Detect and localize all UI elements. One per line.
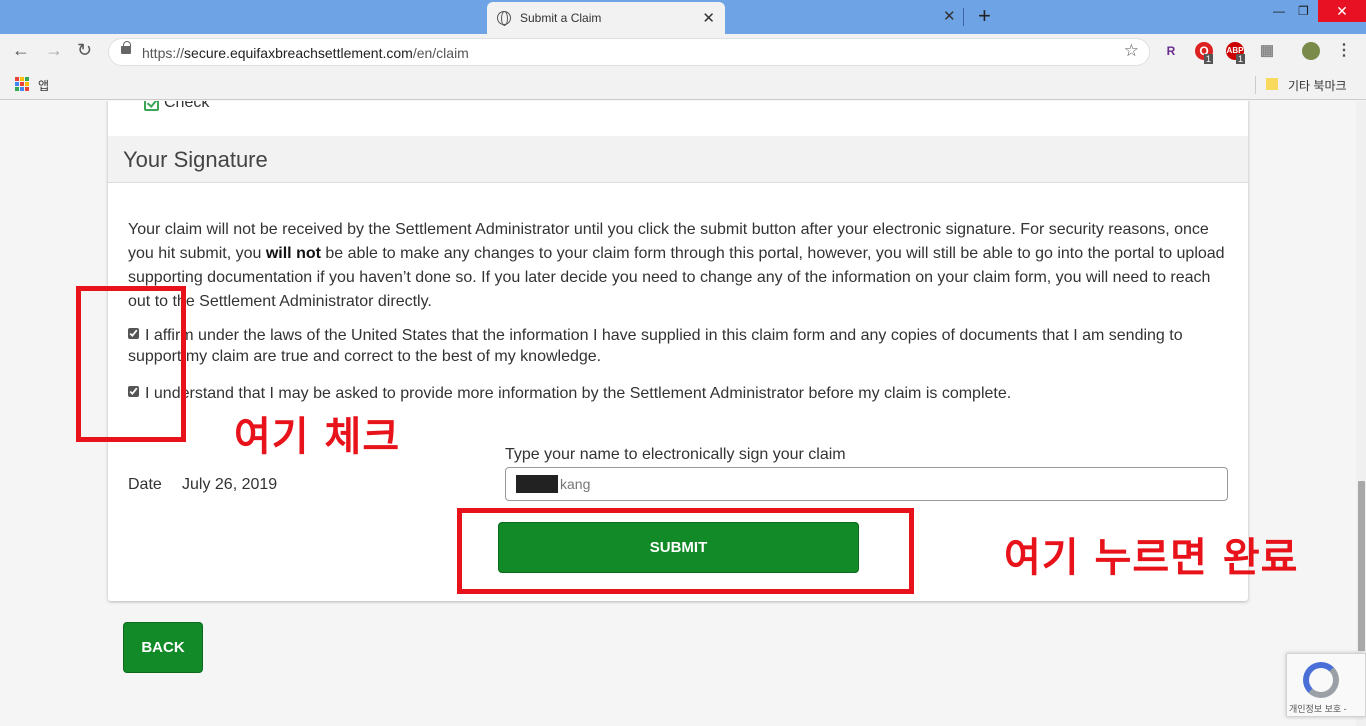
forward-arrow-icon[interactable]: → (45, 40, 63, 61)
signature-input[interactable]: kang (505, 467, 1228, 501)
payment-option-label: Check (164, 101, 210, 111)
new-tab-button[interactable]: + (978, 3, 991, 29)
minimize-icon[interactable]: — (1273, 4, 1285, 18)
apps-bookmark[interactable]: 앱 (38, 77, 49, 94)
globe-icon (497, 11, 511, 26)
folder-icon (1266, 78, 1278, 90)
url-text[interactable]: https://secure.equifaxbreachsettlement.c… (142, 45, 469, 61)
reload-icon[interactable]: ↻ (77, 40, 92, 61)
tab-close-icon[interactable]: ✕ (943, 7, 956, 25)
extension-r-icon[interactable]: R (1162, 42, 1180, 60)
understand-checkbox-row[interactable]: I understand that I may be asked to prov… (128, 383, 1238, 404)
recaptcha-badge[interactable]: 개인정보 보호 - (1286, 653, 1366, 717)
annotation-check-here: 여기 체크 (234, 414, 401, 460)
scrollbar-thumb[interactable] (1358, 481, 1365, 651)
layout-icon[interactable]: ▦ (1258, 42, 1276, 60)
extension-badge: 1 (1204, 54, 1214, 64)
affirm-checkbox-row[interactable]: I affirm under the laws of the United St… (128, 325, 1238, 367)
section-title: Your Signature (108, 136, 1248, 183)
apps-grid-icon[interactable] (15, 77, 29, 91)
annotation-box-checkboxes (76, 286, 186, 442)
page-content: Check Your Signature Your claim will not… (0, 101, 1366, 726)
tab-separator (963, 8, 964, 26)
menu-dots-icon[interactable]: ⋮ (1335, 42, 1353, 60)
back-button[interactable]: BACK (123, 622, 203, 673)
date-value: July 26, 2019 (182, 476, 278, 493)
date-label: Date (128, 476, 162, 493)
address-bar[interactable]: https://secure.equifaxbreachsettlement.c… (108, 38, 1150, 66)
recaptcha-privacy-text[interactable]: 개인정보 보호 - (1289, 702, 1347, 715)
back-arrow-icon[interactable]: ← (12, 40, 30, 61)
bookmark-star-icon[interactable]: ☆ (1124, 41, 1139, 61)
browser-tabstrip: Submit a Claim ✕ ✕ + — ❐ ✕ (0, 0, 1366, 34)
restore-icon[interactable]: ❐ (1298, 4, 1309, 18)
understand-label: I understand that I may be asked to prov… (145, 385, 1012, 402)
window-close-icon[interactable]: ✕ (1318, 0, 1366, 22)
redaction-block (516, 475, 558, 493)
browser-toolbar: ← → ↻ https://secure.equifaxbreachsettle… (0, 34, 1366, 70)
signature-label: Type your name to electronically sign yo… (505, 446, 846, 463)
scrollbar[interactable] (1356, 101, 1366, 726)
lock-icon (121, 41, 131, 54)
recaptcha-icon (1303, 662, 1339, 698)
check-icon (144, 101, 159, 111)
bookmarks-bar: 앱 기타 북마크 (0, 70, 1366, 100)
avatar[interactable] (1302, 42, 1320, 60)
affirm-label: I affirm under the laws of the United St… (128, 327, 1183, 365)
payment-option-check: Check (144, 101, 209, 115)
browser-tab[interactable]: Submit a Claim ✕ (487, 2, 725, 34)
annotation-press-to-finish: 여기 누르면 완료 (1004, 535, 1299, 581)
tab-title: Submit a Claim (520, 11, 602, 25)
bookmarks-separator (1255, 76, 1256, 94)
annotation-box-submit (457, 508, 914, 594)
tab-close-icon[interactable]: ✕ (702, 9, 715, 27)
extension-badge: 1 (1236, 54, 1246, 64)
other-bookmarks[interactable]: 기타 북마크 (1288, 77, 1347, 94)
signature-notice: Your claim will not be received by the S… (128, 221, 1225, 310)
